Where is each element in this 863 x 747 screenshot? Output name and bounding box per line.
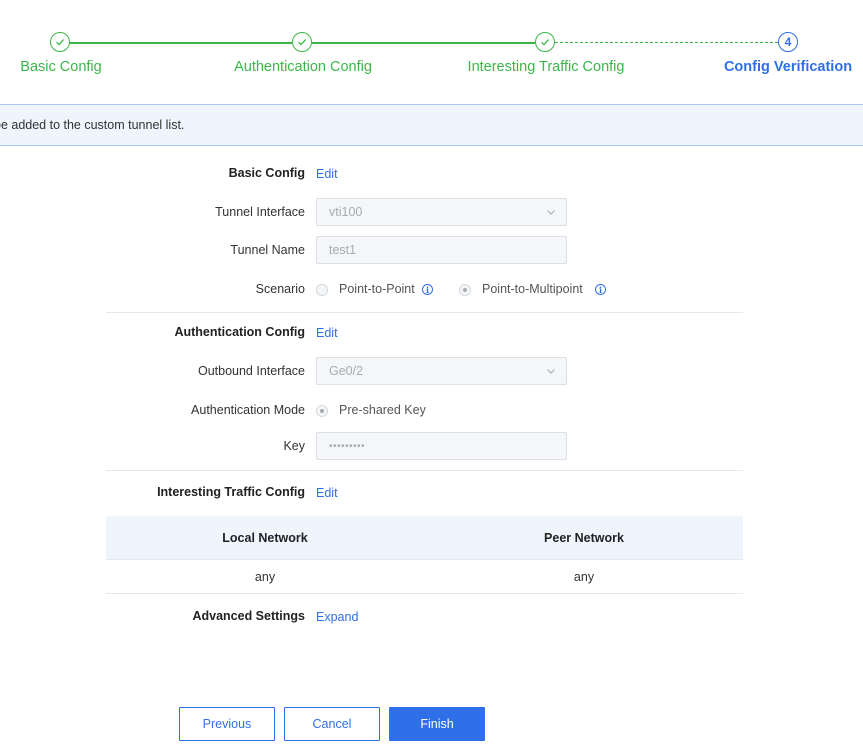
pre-shared-key-radio[interactable] (316, 405, 328, 417)
scenario-label: Scenario (255, 282, 305, 296)
outbound-interface-label: Outbound Interface (197, 364, 305, 378)
scenario-point-to-multipoint-radio[interactable] (459, 284, 471, 296)
scenario-point-to-point-label: Point-to-Point (339, 282, 415, 296)
table-cell-peer-network: any (573, 570, 595, 584)
interesting-traffic-config-edit-link[interactable]: Edit (316, 486, 338, 500)
authentication-config-edit-link[interactable]: Edit (316, 326, 338, 340)
info-icon[interactable]: i (595, 284, 606, 295)
authentication-mode-label: Authentication Mode (191, 403, 305, 417)
authentication-config-title: Authentication Config (174, 325, 305, 339)
finish-button[interactable]: Finish (389, 707, 485, 741)
scenario-point-to-multipoint-label: Point-to-Multipoint (482, 282, 583, 296)
step-label-interesting-traffic-config: Interesting Traffic Config (467, 59, 625, 75)
basic-config-edit-link[interactable]: Edit (316, 167, 338, 181)
key-label: Key (283, 439, 305, 453)
chevron-down-icon (547, 369, 555, 374)
column-local-network: Local Network (222, 531, 308, 545)
previous-button[interactable]: Previous (179, 707, 275, 741)
interesting-traffic-config-title: Interesting Traffic Config (157, 485, 305, 499)
key-input[interactable]: ••••••••• (316, 432, 567, 460)
step-1-check-icon (50, 32, 70, 52)
column-peer-network: Peer Network (544, 531, 624, 545)
info-banner: be added to the custom tunnel list. (0, 104, 863, 146)
section-divider (106, 470, 743, 471)
step-2-check-icon (292, 32, 312, 52)
pre-shared-key-label: Pre-shared Key (339, 403, 426, 417)
step-4-number: 4 (778, 32, 798, 52)
outbound-interface-value: Ge0/2 (329, 364, 364, 378)
scenario-point-to-point-radio[interactable] (316, 284, 328, 296)
key-value: ••••••••• (329, 440, 366, 452)
advanced-settings-expand-link[interactable]: Expand (316, 610, 358, 624)
section-divider (106, 312, 743, 313)
step-label-config-verification: Config Verification (723, 59, 853, 75)
tunnel-name-value: test1 (329, 243, 357, 257)
cancel-button[interactable]: Cancel (284, 707, 380, 741)
tunnel-name-label: Tunnel Name (230, 243, 305, 257)
traffic-table-header: Local Network Peer Network (106, 516, 743, 560)
table-row-divider (106, 593, 743, 594)
chevron-down-icon (547, 210, 555, 215)
step-connector-1 (70, 42, 292, 44)
step-connector-2 (312, 42, 535, 44)
info-banner-text: be added to the custom tunnel list. (0, 118, 185, 132)
step-label-authentication-config: Authentication Config (234, 59, 372, 75)
tunnel-interface-select[interactable]: vti100 (316, 198, 567, 226)
info-icon[interactable]: i (422, 284, 433, 295)
step-connector-3 (555, 42, 778, 43)
outbound-interface-select[interactable]: Ge0/2 (316, 357, 567, 385)
table-cell-local-network: any (254, 570, 276, 584)
step-label-basic-config: Basic Config (20, 59, 102, 75)
step-3-check-icon (535, 32, 555, 52)
tunnel-name-input[interactable]: test1 (316, 236, 567, 264)
tunnel-interface-value: vti100 (329, 205, 363, 219)
basic-config-title: Basic Config (228, 166, 305, 180)
advanced-settings-title: Advanced Settings (192, 609, 305, 623)
tunnel-interface-label: Tunnel Interface (215, 205, 305, 219)
step-indicator: 4 Basic Config Authentication Config Int… (0, 0, 863, 100)
